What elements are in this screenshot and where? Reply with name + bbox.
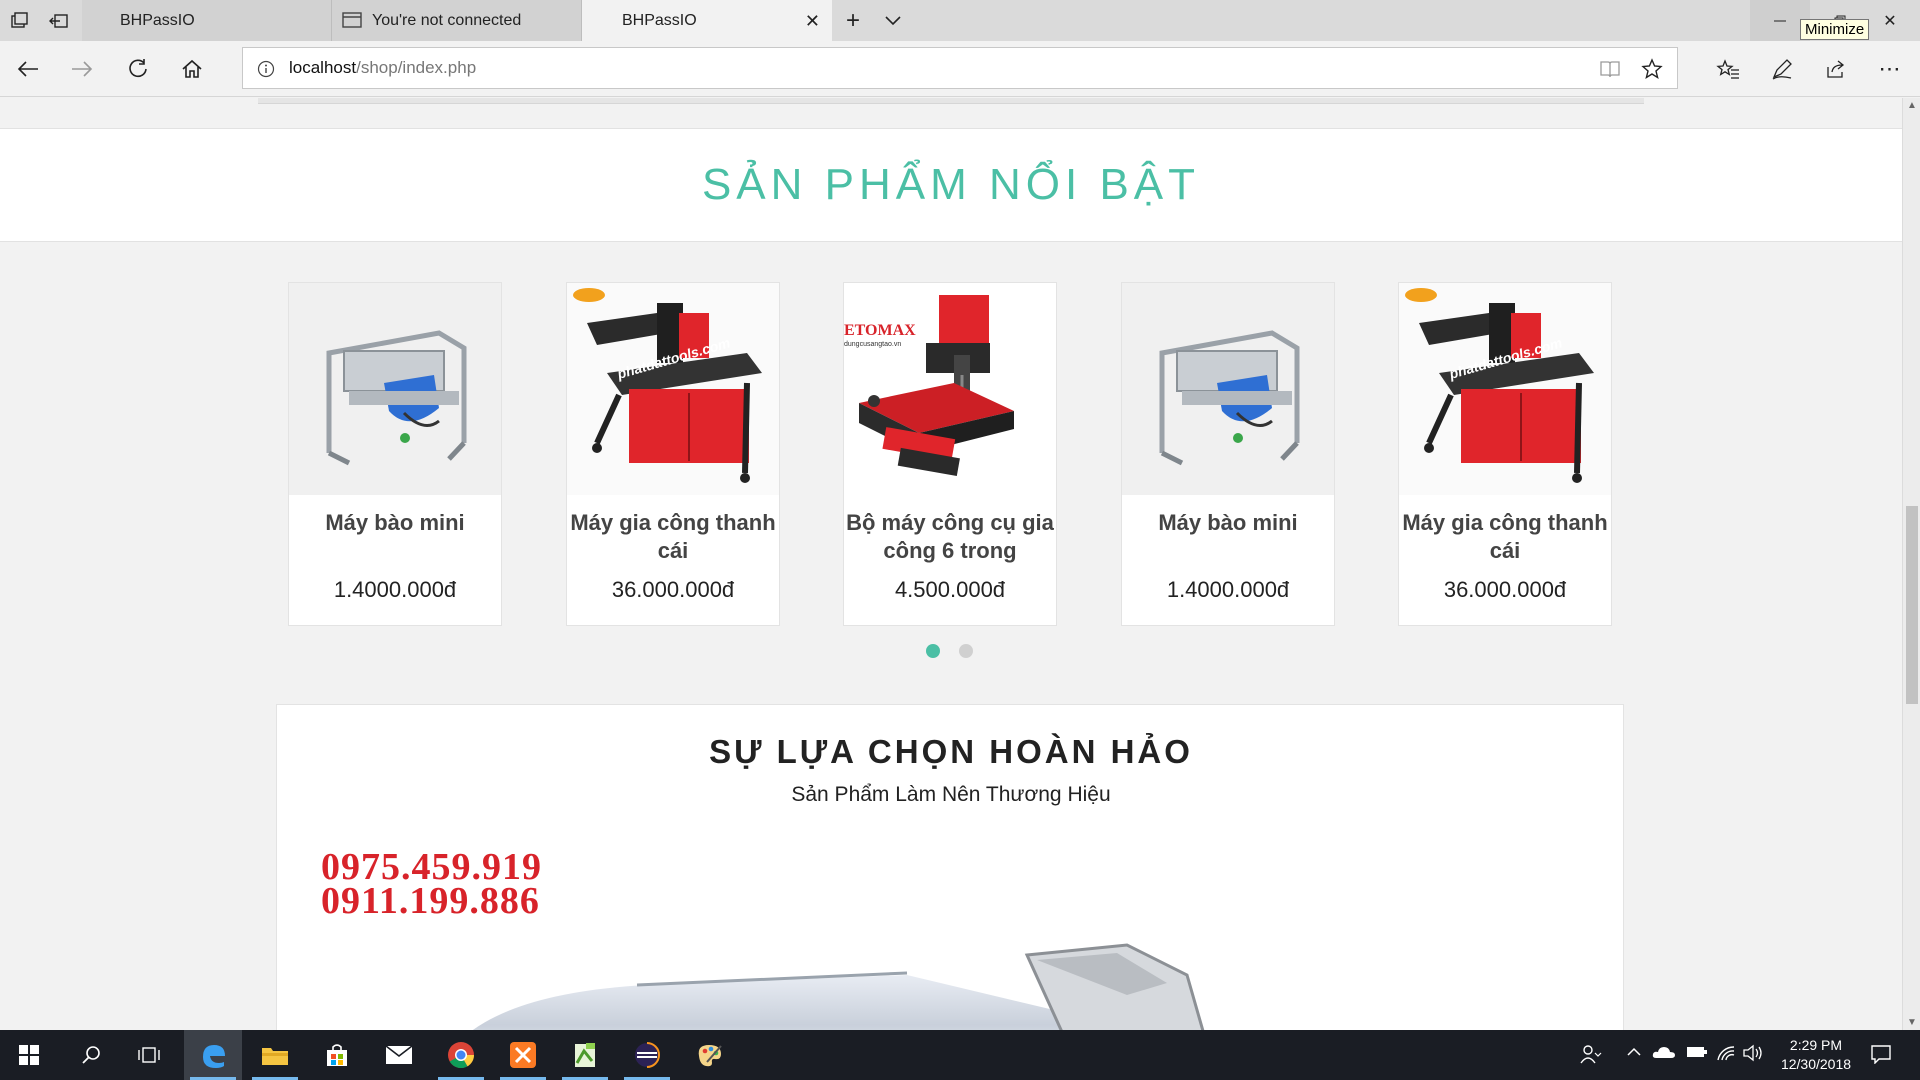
scroll-down-icon[interactable]: ▼ <box>1907 1017 1917 1028</box>
task-view-icon[interactable] <box>120 1030 178 1080</box>
share-icon[interactable] <box>1820 53 1852 85</box>
paint-icon[interactable] <box>680 1030 738 1080</box>
etomax-brand-text: ETOMAX <box>844 322 916 339</box>
perfect-choice-section: SỰ LỰA CHỌN HOÀN HẢO Sản Phẩm Làm Nên Th… <box>276 704 1624 1030</box>
product-name[interactable]: Máy bào mini <box>289 509 501 537</box>
page-icon <box>342 12 362 28</box>
battery-icon[interactable] <box>1686 1044 1708 1065</box>
product-card[interactable]: Máy bào mini 1.4000.000đ <box>288 282 502 626</box>
edge-icon[interactable] <box>184 1030 242 1080</box>
tab-not-connected[interactable]: You're not connected <box>332 0 582 41</box>
url-host: localhost <box>289 58 357 77</box>
product-card[interactable]: phatdattools.com Máy gia công thanh cái … <box>1398 282 1612 626</box>
featured-header: SẢN PHẨM NỔI BẬT <box>0 128 1902 242</box>
page-viewport: SẢN PHẨM NỔI BẬT Máy bào mini 1.4000.000… <box>0 98 1902 1030</box>
start-icon[interactable] <box>0 1030 58 1080</box>
mail-icon[interactable] <box>370 1030 428 1080</box>
product-price: 4.500.000đ <box>894 577 1006 602</box>
favorites-hub-icon[interactable] <box>1712 53 1744 85</box>
xampp-icon[interactable] <box>494 1030 552 1080</box>
tab-bhpassio-1[interactable]: BHPassIO <box>82 0 332 41</box>
minimize-tooltip: Minimize <box>1800 19 1870 40</box>
tab-actions-icon[interactable] <box>6 8 32 34</box>
new-tab-icon[interactable]: + <box>840 7 866 34</box>
product-card[interactable]: Máy bào mini 1.4000.000đ <box>1121 282 1335 626</box>
carousel-dot-1[interactable] <box>926 644 940 658</box>
mini-planer-image[interactable] <box>289 283 501 495</box>
forward-arrow-icon[interactable] <box>66 53 98 85</box>
scroll-up-icon[interactable]: ▲ <box>1907 100 1917 111</box>
product-price: 1.4000.000đ <box>1166 577 1290 602</box>
scroll-thumb[interactable] <box>1906 506 1918 704</box>
onedrive-icon[interactable] <box>1652 1044 1676 1065</box>
notification-center-icon[interactable] <box>1870 1044 1892 1069</box>
refresh-icon[interactable] <box>122 53 154 85</box>
perfect-choice-subtitle: Sản Phẩm Làm Nên Thương Hiệu <box>791 783 1111 806</box>
product-name[interactable]: Máy bào mini <box>1122 509 1334 537</box>
tab-title: BHPassIO <box>622 11 697 29</box>
info-icon[interactable] <box>257 60 275 78</box>
wifi-icon[interactable] <box>1716 1044 1736 1067</box>
system-clock[interactable]: 2:29 PM 12/30/2018 <box>1768 1036 1864 1074</box>
featured-title: SẢN PHẨM NỔI BẬT <box>701 160 1201 209</box>
url-path: /shop/index.php <box>356 58 477 77</box>
people-icon[interactable] <box>1580 1044 1602 1069</box>
product-card[interactable]: phatdattools.com Máy gia công thanh cái … <box>566 282 780 626</box>
page-scrollbar[interactable]: ▲ ▼ <box>1902 98 1920 1030</box>
home-icon[interactable] <box>176 53 208 85</box>
search-icon[interactable] <box>62 1030 120 1080</box>
volume-icon[interactable] <box>1742 1044 1764 1067</box>
tab-bhpassio-active[interactable]: BHPassIO ✕ <box>582 0 832 41</box>
chrome-icon[interactable] <box>432 1030 490 1080</box>
carousel-dot-2[interactable] <box>959 644 973 658</box>
product-name[interactable]: Bộ máy công cụ gia công 6 trong <box>844 509 1056 565</box>
product-name[interactable]: Máy gia công thanh cái <box>1399 509 1611 565</box>
etomax-site-text: dungcusangtao.vn <box>844 341 901 348</box>
store-icon[interactable] <box>308 1030 366 1080</box>
favorite-star-icon[interactable] <box>1641 58 1663 80</box>
busbar-machine-image[interactable]: phatdattools.com <box>1399 283 1611 495</box>
perfect-choice-title: SỰ LỰA CHỌN HOÀN HẢO <box>709 733 1193 770</box>
product-price: 1.4000.000đ <box>333 577 457 602</box>
chevron-down-icon[interactable] <box>880 8 906 34</box>
notepad-plus-icon[interactable] <box>556 1030 614 1080</box>
product-name[interactable]: Máy gia công thanh cái <box>567 509 779 565</box>
tab-title: BHPassIO <box>120 11 195 29</box>
hero-machine-image <box>473 943 1205 1030</box>
close-tab-icon[interactable]: ✕ <box>805 11 820 32</box>
product-price: 36.000.000đ <box>1443 577 1567 602</box>
file-explorer-icon[interactable] <box>246 1030 304 1080</box>
set-tabs-aside-icon[interactable] <box>46 8 72 34</box>
web-note-icon[interactable] <box>1766 53 1798 85</box>
busbar-machine-image[interactable]: phatdattools.com <box>567 283 779 495</box>
six-in-one-tool-image[interactable]: ETOMAX dungcusangtao.vn <box>844 283 1056 495</box>
address-input[interactable]: localhost/shop/index.php <box>242 47 1678 89</box>
windows-taskbar: 2:29 PM 12/30/2018 <box>0 1030 1920 1080</box>
product-card[interactable]: ETOMAX dungcusangtao.vn Bộ máy công cụ g… <box>843 282 1057 626</box>
tab-title: You're not connected <box>372 11 522 29</box>
browser-tab-bar: BHPassIO You're not connected BHPassIO ✕… <box>0 0 1920 41</box>
previous-section-edge <box>258 98 1644 104</box>
address-bar-row: localhost/shop/index.php ⋯ <box>0 41 1920 97</box>
reading-view-icon[interactable] <box>1599 59 1621 79</box>
chevron-up-icon[interactable] <box>1626 1044 1642 1065</box>
product-price: 36.000.000đ <box>611 577 735 602</box>
clock-date: 12/30/2018 <box>1780 1056 1852 1072</box>
mini-planer-image[interactable] <box>1122 283 1334 495</box>
back-arrow-icon[interactable] <box>12 53 44 85</box>
clock-time: 2:29 PM <box>1789 1037 1843 1053</box>
eclipse-icon[interactable] <box>618 1030 676 1080</box>
more-options-icon[interactable]: ⋯ <box>1874 53 1906 85</box>
